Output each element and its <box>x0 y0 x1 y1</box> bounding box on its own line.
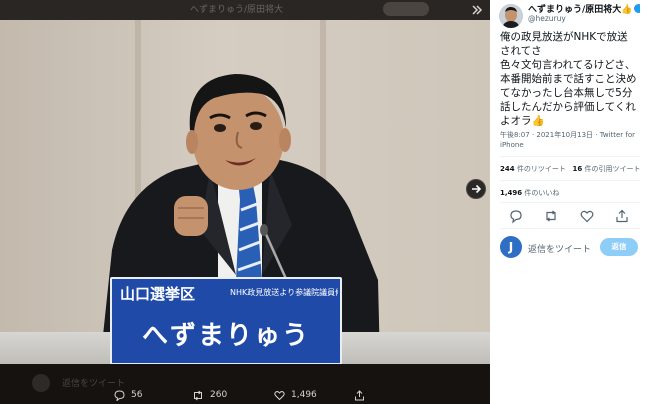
ghost-avatar <box>32 374 50 392</box>
divider <box>500 228 640 229</box>
retweet-icon[interactable] <box>543 208 559 224</box>
tweet-panel: へずまりゅう/原田将大👍 @hezuruy 俺の政見放送がNHKで放送されてさ … <box>490 0 645 404</box>
tweet-timestamp[interactable]: 午後8:07 · 2021年10月13日 · Twitter for iPhon… <box>500 130 640 150</box>
viewer-retweet-count: 260 <box>210 390 228 400</box>
quotes-stat[interactable]: 16 件の引用ツイート <box>573 165 641 173</box>
divider <box>500 180 640 181</box>
tweet-stats: 244 件のリツイート 16 件の引用ツイート <box>500 164 641 174</box>
share-icon <box>355 389 364 400</box>
reply-icon[interactable] <box>508 208 524 224</box>
next-image-button[interactable] <box>466 179 486 199</box>
retweets-stat[interactable]: 244 件のリツイート <box>500 165 566 173</box>
like-icon[interactable] <box>579 208 595 224</box>
viewer-reply-action[interactable]: 56 <box>114 388 142 402</box>
retweets-count: 244 <box>500 165 515 173</box>
viewer-reply-count: 56 <box>131 390 143 400</box>
current-user-avatar-letter: J <box>508 240 514 254</box>
divider <box>500 202 640 203</box>
retweets-label: 件のリツイート <box>516 165 566 173</box>
quotes-label: 件の引用ツイート <box>584 165 641 173</box>
author-avatar[interactable] <box>499 4 523 28</box>
viewer-share-action[interactable] <box>354 388 365 402</box>
viewer-top-bar: へずまりゅう/原田将大 <box>0 0 490 20</box>
likes-stat[interactable]: 1,496 件のいいね <box>500 188 559 198</box>
reply-input[interactable]: 返信をツイート <box>528 242 591 255</box>
nameplate-caption: NHK政見放送より参議院議員候補者 <box>230 288 338 297</box>
expand-icon[interactable] <box>470 3 484 17</box>
next-arrow-icon <box>472 184 482 194</box>
like-icon <box>274 390 285 400</box>
share-icon[interactable] <box>614 208 630 224</box>
current-user-avatar: J <box>500 236 522 258</box>
quotes-count: 16 <box>572 165 583 173</box>
likes-count: 1,496 <box>500 189 523 197</box>
reply-submit-button[interactable]: 返信 <box>600 238 638 256</box>
verified-icon <box>633 4 640 13</box>
author-avatar-image <box>499 4 523 28</box>
viewer-action-bar: 返信をツイート 56 260 1,496 <box>0 364 490 404</box>
reply-icon <box>114 389 125 401</box>
divider <box>500 156 640 157</box>
tweet-photo[interactable]: 山口選挙区 NHK政見放送より参議院議員候補者 へずまりゅう <box>0 20 490 364</box>
tweet-body: 俺の政見放送がNHKで放送されてさ 色々文句言われてるけどさ、本番開始前まで話す… <box>500 31 637 127</box>
likes-label: 件のいいね <box>524 189 560 197</box>
viewer-top-ghost-title: へずまりゅう/原田将大 <box>190 5 284 15</box>
viewer-top-ghost-button <box>383 2 429 16</box>
author-handle[interactable]: @hezuruy <box>528 14 566 23</box>
candidate-nameplate: 山口選挙区 NHK政見放送より参議院議員候補者 へずまりゅう <box>110 277 342 364</box>
viewer-retweet-action[interactable]: 260 <box>192 388 227 402</box>
media-viewer: へずまりゅう/原田将大 山口選挙区 NHK政見放送より参議院議員 へずまりゅう … <box>0 0 490 404</box>
nameplate-district: 山口選挙区 <box>120 285 196 303</box>
retweet-icon <box>194 390 202 400</box>
viewer-like-action[interactable]: 1,496 <box>274 388 317 402</box>
nameplate-name: へずまりゅう <box>141 321 310 351</box>
tweet-actions <box>490 208 645 224</box>
viewer-like-count: 1,496 <box>291 390 317 400</box>
